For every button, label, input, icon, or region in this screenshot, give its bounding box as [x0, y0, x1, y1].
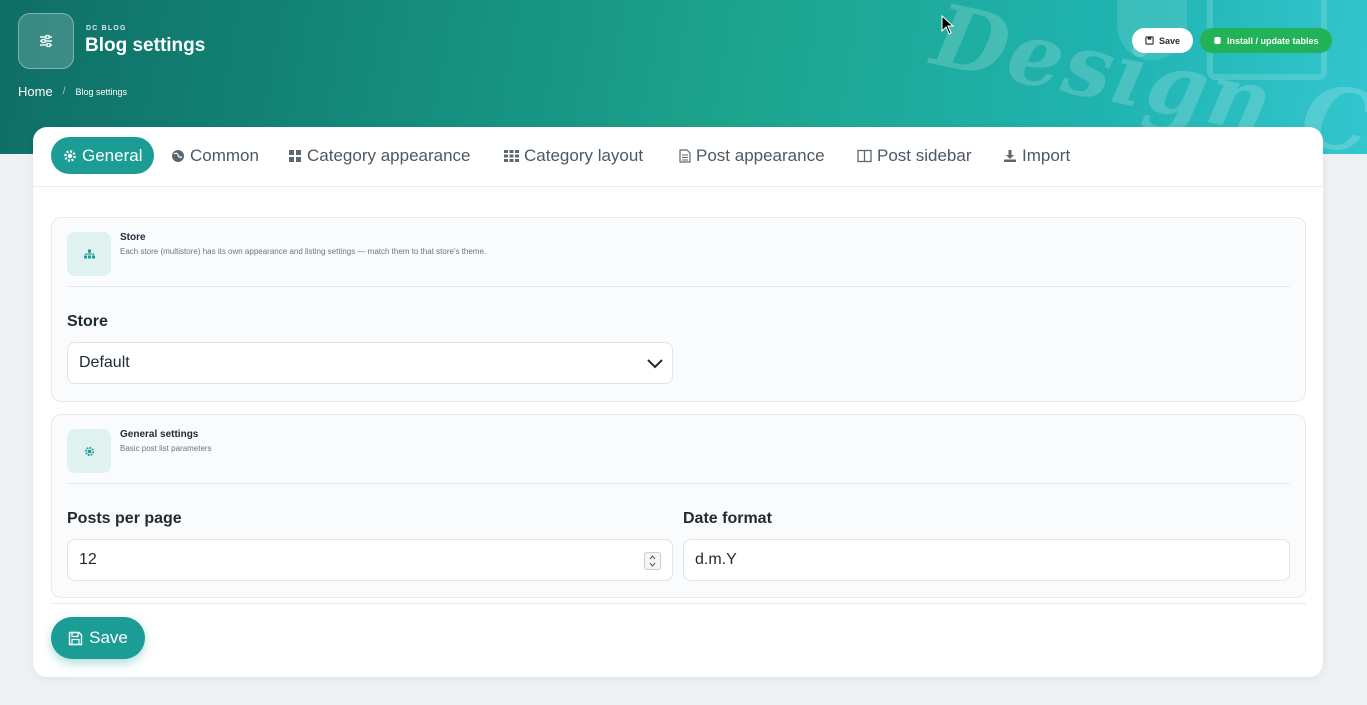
columns-icon [857, 149, 872, 162]
tab-label: General [82, 145, 143, 165]
tab-category-appearance[interactable]: Category appearance [276, 137, 483, 174]
tab-import[interactable]: Import [991, 137, 1082, 174]
date-format-input[interactable]: d.m.Y [683, 539, 1290, 581]
section-divider [67, 286, 1290, 287]
store-section-subtitle: Each store (multistore) has its own appe… [120, 247, 487, 256]
tab-label: Common [190, 145, 259, 165]
settings-card: General Common Category appearance Categ… [33, 127, 1323, 677]
settings-tabs: General Common Category appearance Categ… [33, 127, 1323, 187]
gear-icon [67, 429, 111, 473]
general-section-title: General settings [120, 429, 199, 440]
breadcrumb: Home / Blog settings [18, 84, 127, 99]
number-spinner[interactable] [644, 552, 661, 570]
tab-category-layout[interactable]: Category layout [492, 137, 655, 174]
chevron-down-icon [647, 359, 663, 369]
download-icon [1004, 149, 1016, 162]
gear-icon [64, 149, 76, 162]
general-settings-section: General settings Basic post list paramet… [51, 414, 1306, 598]
breadcrumb-home[interactable]: Home [18, 84, 53, 99]
database-icon [1214, 36, 1221, 45]
mouse-cursor-icon [941, 15, 955, 35]
tab-common[interactable]: Common [159, 137, 271, 174]
apps-icon [504, 149, 519, 162]
save-label: Save [89, 628, 128, 647]
floppy-icon [1145, 36, 1154, 45]
store-field-label: Store [67, 313, 108, 330]
install-tables-label: Install / update tables [1227, 35, 1319, 46]
grid-icon [289, 149, 301, 162]
general-section-subtitle: Basic post list parameters [120, 444, 212, 453]
tab-label: Post sidebar [877, 145, 972, 165]
store-section: Store Each store (multistore) has its ow… [51, 217, 1306, 402]
posts-per-page-input[interactable]: 12 [67, 539, 673, 581]
breadcrumb-separator: / [62, 86, 66, 97]
tab-general[interactable]: General [51, 137, 155, 174]
header-save-button[interactable]: Save [1132, 28, 1194, 53]
posts-per-page-label: Posts per page [67, 510, 182, 527]
page-title: Blog settings [85, 35, 206, 56]
section-divider [67, 483, 1290, 484]
spinner-up-icon[interactable] [649, 555, 656, 560]
breadcrumb-current: Blog settings [75, 86, 127, 97]
save-button[interactable]: Save [51, 617, 145, 659]
globe-icon [172, 149, 184, 162]
tab-label: Post appearance [696, 145, 825, 165]
tab-post-appearance[interactable]: Post appearance [667, 137, 837, 174]
tab-post-sidebar[interactable]: Post sidebar [845, 137, 984, 174]
date-format-label: Date format [683, 510, 772, 527]
tab-label: Category layout [524, 145, 644, 165]
store-section-title: Store [120, 232, 146, 243]
tab-label: Import [1022, 145, 1071, 165]
sliders-icon [18, 13, 74, 69]
store-selected-value: Default [79, 354, 130, 371]
date-format-value: d.m.Y [695, 551, 737, 568]
header-save-label: Save [1159, 35, 1181, 46]
store-select[interactable]: Default [67, 342, 673, 384]
posts-per-page-value: 12 [79, 551, 97, 568]
footer-divider [51, 603, 1306, 604]
app-kicker: DC BLOG [86, 25, 127, 32]
tab-label: Category appearance [307, 145, 471, 165]
install-tables-button[interactable]: Install / update tables [1200, 28, 1332, 53]
floppy-icon [68, 631, 83, 645]
sitemap-icon [67, 232, 111, 276]
document-icon [679, 148, 691, 163]
spinner-down-icon[interactable] [649, 562, 656, 567]
